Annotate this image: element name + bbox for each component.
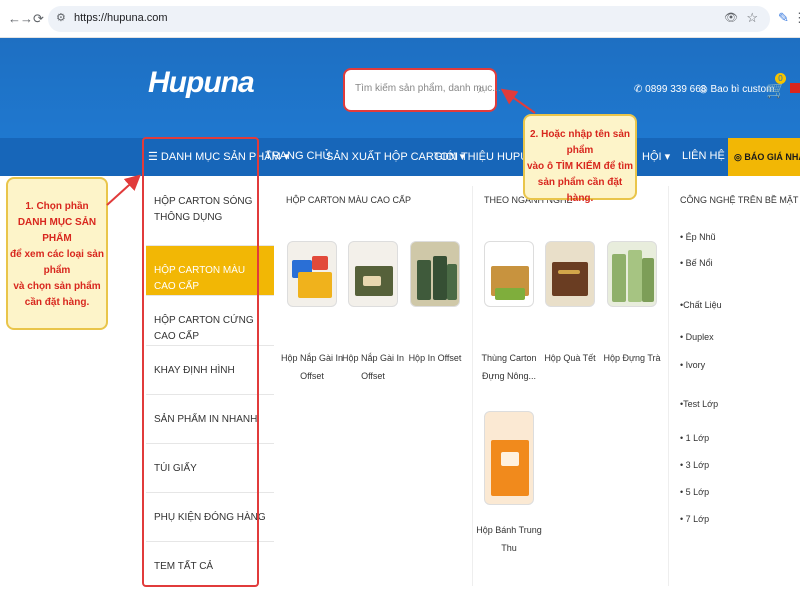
nav-item-home[interactable]: TRANG CHỦ (265, 150, 330, 162)
tech-item[interactable]: • Ivory (680, 360, 705, 370)
reload-icon[interactable]: ⟳ (33, 11, 44, 27)
product-card[interactable]: Hộp Quà Tết (544, 241, 596, 363)
product-name[interactable]: Hộp In Offset (400, 349, 470, 367)
menu-icon[interactable]: ⋮ (793, 10, 800, 26)
sidebar-item-corrugated[interactable]: HỘP CARTON SÓNG THÔNG DỤNG (146, 176, 274, 246)
category-sidebar: HỘP CARTON SÓNG THÔNG DỤNG HỘP CARTON MÀ… (146, 176, 274, 586)
tech-item[interactable]: • 1 Lớp (680, 433, 709, 443)
sidebar-item-quick-print[interactable]: SẢN PHẨM IN NHANH (146, 395, 274, 444)
callout-line: sản phẩm cần đặt hàng. (537, 177, 623, 204)
nav-item-contact[interactable]: LIÊN HỆ (682, 150, 725, 162)
product-name[interactable]: Hộp Nắp Gài In Offset (277, 349, 347, 385)
user-icon: ◎ (699, 84, 711, 95)
nav-item-association[interactable]: HỘI ▾ (642, 150, 670, 163)
product-image[interactable] (410, 241, 460, 307)
search-input[interactable]: Tìm kiếm sản phẩm, danh mục... ⌕ (343, 68, 501, 112)
callout-line: cần đặt hàng. (24, 297, 90, 308)
cart-icon[interactable]: 🛒 0 (766, 73, 786, 100)
callout-line: 1. Chọn phần (25, 201, 89, 212)
sidebar-item-premium-color[interactable]: HỘP CARTON MÀU CAO CẤP (146, 246, 274, 296)
product-name[interactable]: Hộp Nắp Gài In Offset (338, 349, 408, 385)
tech-item[interactable]: • 3 Lớp (680, 460, 709, 470)
cart-count-badge: 0 (775, 73, 786, 84)
product-card[interactable]: Thùng Carton Đựng Nông... (481, 241, 537, 381)
column-divider (668, 186, 669, 586)
product-name[interactable]: Hộp Bánh Trung Thu (474, 521, 544, 557)
product-image[interactable] (287, 241, 337, 307)
tech-item[interactable]: • 5 Lớp (680, 487, 709, 497)
callout-line: vào ô TÌM KIẾM để tìm (526, 161, 634, 172)
bookmark-star-icon[interactable]: ☆ (746, 10, 758, 26)
site-header: Hupuna Tìm kiếm sản phẩm, danh mục... ⌕ … (0, 38, 800, 138)
product-card[interactable]: Hộp Đựng Trà (603, 241, 661, 363)
callout-line: DANH MỤC SẢN PHẨM (17, 217, 97, 244)
tech-item[interactable]: • Ép Nhũ (680, 232, 716, 242)
search-icon[interactable]: ⌕ (478, 81, 485, 97)
address-bar[interactable]: ⚙ https://hupuna.com 👁 ☆ (48, 6, 770, 32)
callout-line: để xem các loại sản phẩm (10, 249, 104, 276)
extension-icon[interactable]: ✎ (778, 10, 789, 26)
sidebar-item-tray[interactable]: KHAY ĐỊNH HÌNH (146, 346, 274, 395)
product-image[interactable] (484, 241, 534, 307)
tech-item[interactable]: •Test Lớp (680, 399, 718, 409)
column-title-premium[interactable]: HỘP CARTON MÀU CAO CẤP (286, 195, 411, 205)
site-info-icon[interactable]: ⚙ (56, 11, 66, 24)
quick-quote-label: BÁO GIÁ NHANH (744, 152, 800, 162)
sidebar-item-packing-accessories[interactable]: PHỤ KIỆN ĐÓNG HÀNG (146, 493, 274, 542)
product-card[interactable]: Hộp Nắp Gài In Offset (281, 241, 343, 381)
eye-icon[interactable]: 👁 (724, 11, 738, 24)
product-name[interactable]: Hộp Đựng Trà (597, 349, 667, 367)
product-image[interactable] (484, 411, 534, 505)
quick-quote-button[interactable]: ◎ BÁO GIÁ NHANH (728, 138, 800, 176)
tech-item[interactable]: • Bế Nổi (680, 258, 713, 268)
product-card[interactable]: Hộp Bánh Trung Thu (476, 411, 542, 553)
sidebar-item-paper-bag[interactable]: TÚI GIẤY (146, 444, 274, 493)
product-card[interactable]: Hộp Nắp Gài In Offset (342, 241, 404, 381)
phone-label: 0899 339 668 (645, 84, 707, 95)
product-image[interactable] (348, 241, 398, 307)
arrow-to-category-menu (106, 174, 141, 206)
sidebar-item-rigid[interactable]: HỘP CARTON CỨNG CAO CẤP (146, 296, 274, 346)
account-link[interactable]: ◎ Bao bì custom (699, 84, 774, 95)
product-image[interactable] (545, 241, 595, 307)
column-title-tech[interactable]: CÔNG NGHỆ TRÊN BỀ MẶT IN (680, 195, 800, 205)
account-label: Bao bì custom (710, 84, 775, 95)
product-image[interactable] (607, 241, 657, 307)
main-nav: ☰ DANH MỤC SẢN PHẨM ▾ TRANG CHỦ SẢN XUẤT… (0, 138, 800, 176)
callout-line: 2. Hoặc nhập tên sản phẩm (529, 129, 631, 156)
language-flag-icon[interactable] (790, 83, 800, 93)
product-name[interactable]: Thùng Carton Đựng Nông... (474, 349, 544, 385)
phone-number[interactable]: ✆ 0899 339 668 (634, 84, 706, 95)
phone-icon: ✆ (634, 84, 646, 95)
tech-item[interactable]: • 7 Lớp (680, 514, 709, 524)
product-name[interactable]: Hộp Quà Tết (535, 349, 605, 367)
product-card[interactable]: Hộp In Offset (409, 241, 461, 363)
nav-item-association-label: HỘI (642, 151, 662, 163)
category-menu-label: DANH MỤC SẢN PHẨM (160, 151, 281, 163)
site-logo[interactable]: Hupuna (148, 66, 255, 100)
tech-item[interactable]: • Duplex (680, 332, 714, 342)
callout-line: và chọn sản phẩm (13, 281, 101, 292)
tech-item[interactable]: •Chất Liệu (680, 300, 722, 310)
forward-icon[interactable]: → (20, 11, 33, 26)
annotation-callout-right: 2. Hoặc nhập tên sản phẩm vào ô TÌM KIẾM… (523, 114, 637, 204)
url-text[interactable]: https://hupuna.com (74, 12, 168, 24)
annotation-callout-left: 1. Chọn phần DANH MỤC SẢN PHẨM để xem cá… (6, 177, 108, 330)
column-divider (472, 186, 473, 586)
browser-chrome: ← → ⟳ ⚙ https://hupuna.com 👁 ☆ ✎ ⋮ (0, 0, 800, 38)
sidebar-item-labels[interactable]: TEM TẤT CẢ (146, 542, 274, 586)
